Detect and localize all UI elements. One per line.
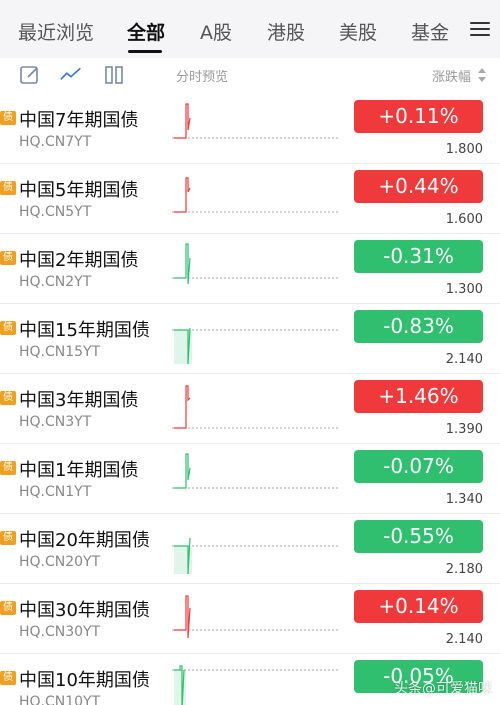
sparkline-path — [174, 243, 191, 285]
bond-code: HQ.CN10YT — [19, 694, 101, 705]
line-chart-icon[interactable] — [60, 64, 82, 86]
intraday-sparkline — [172, 385, 338, 429]
change-percent-pill[interactable]: +0.11% — [354, 100, 483, 133]
bond-row[interactable]: 债 中国1年期国债 HQ.CN1YT -0.07% 1.340 — [0, 444, 500, 514]
sort-by-change-label[interactable]: 涨跌幅 — [432, 66, 471, 85]
bond-badge: 债 — [0, 601, 16, 615]
bond-yield: 2.140 — [445, 352, 483, 367]
bond-badge: 债 — [0, 531, 16, 545]
bond-code: HQ.CN3YT — [19, 414, 92, 430]
bond-yield: 1.800 — [445, 142, 483, 157]
bond-yield: 2.180 — [445, 562, 483, 577]
bond-name: 中国5年期国债 — [19, 180, 139, 201]
sparkline-path — [174, 385, 191, 429]
bond-code: HQ.CN20YT — [19, 554, 101, 570]
bond-yield: 1.600 — [445, 212, 483, 227]
bond-name: 中国3年期国债 — [19, 390, 139, 411]
watermark: 头条@可爱猫咪 — [394, 681, 492, 697]
view-toolbar: 分时预览 涨跌幅 — [0, 58, 500, 94]
edit-icon[interactable] — [19, 64, 41, 86]
bond-badge: 债 — [0, 111, 16, 125]
bond-name: 中国30年期国债 — [19, 600, 150, 621]
bond-name: 中国1年期国债 — [19, 460, 139, 481]
intraday-sparkline — [172, 327, 338, 365]
intraday-preview-label: 分时预览 — [176, 70, 229, 85]
menu-icon[interactable] — [470, 19, 490, 39]
tab-hk-stocks[interactable]: 港股 — [267, 18, 305, 45]
tab-funds[interactable]: 基金 — [411, 18, 449, 45]
intraday-sparkline — [172, 243, 338, 285]
bond-row[interactable]: 债 中国15年期国债 HQ.CN15YT -0.83% 2.140 — [0, 304, 500, 374]
market-tab-bar: 最近浏览 全部 A股 港股 美股 基金 — [0, 0, 500, 58]
bond-yield: 1.390 — [445, 422, 483, 437]
change-percent-pill[interactable]: +0.14% — [354, 590, 483, 623]
change-percent-pill[interactable]: -0.83% — [354, 310, 483, 343]
change-percent-pill[interactable]: +0.44% — [354, 170, 483, 203]
bond-row[interactable]: 债 中国2年期国债 HQ.CN2YT -0.31% 1.300 — [0, 234, 500, 304]
tab-recent[interactable]: 最近浏览 — [18, 18, 94, 45]
bond-badge: 债 — [0, 181, 16, 195]
tab-us-stocks[interactable]: 美股 — [339, 18, 377, 45]
intraday-sparkline — [172, 453, 338, 489]
bond-row[interactable]: 债 中国30年期国债 HQ.CN30YT +0.14% 2.140 — [0, 584, 500, 654]
tab-all[interactable]: 全部 — [127, 18, 165, 45]
bond-code: HQ.CN7YT — [19, 134, 92, 150]
bond-code: HQ.CN1YT — [19, 484, 92, 500]
bond-code: HQ.CN2YT — [19, 274, 92, 290]
sparkline-path — [174, 103, 191, 139]
bond-badge: 债 — [0, 251, 16, 265]
change-percent-pill[interactable]: -0.55% — [354, 520, 483, 553]
change-percent-pill[interactable]: +1.46% — [354, 380, 483, 413]
intraday-sparkline — [172, 177, 338, 213]
sparkline-path — [174, 595, 191, 639]
intraday-sparkline — [172, 595, 338, 639]
bond-name: 中国20年期国债 — [19, 530, 150, 551]
intraday-sparkline — [172, 537, 338, 575]
bond-code: HQ.CN5YT — [19, 204, 92, 220]
bond-name: 中国10年期国债 — [19, 670, 150, 691]
bond-row[interactable]: 债 中国20年期国债 HQ.CN20YT -0.55% 2.180 — [0, 514, 500, 584]
bond-code: HQ.CN30YT — [19, 624, 101, 640]
bond-badge: 债 — [0, 461, 16, 475]
intraday-sparkline — [172, 665, 338, 705]
bond-yield: 2.140 — [445, 632, 483, 647]
intraday-sparkline — [172, 103, 338, 139]
bond-name: 中国15年期国债 — [19, 320, 150, 341]
bond-row[interactable]: 债 中国3年期国债 HQ.CN3YT +1.46% 1.390 — [0, 374, 500, 444]
bond-row[interactable]: 债 中国7年期国债 HQ.CN7YT +0.11% 1.800 — [0, 94, 500, 164]
change-percent-pill[interactable]: -0.31% — [354, 240, 483, 273]
bond-badge: 债 — [0, 671, 16, 685]
sparkline-path — [174, 453, 191, 489]
bond-yield: 1.340 — [445, 492, 483, 507]
sort-arrows-icon[interactable] — [477, 66, 487, 84]
active-tab-indicator — [128, 50, 162, 53]
bond-name: 中国2年期国债 — [19, 250, 139, 271]
tab-a-shares[interactable]: A股 — [200, 18, 232, 45]
bond-badge: 债 — [0, 391, 16, 405]
columns-icon[interactable] — [103, 64, 125, 86]
sparkline-path — [174, 177, 191, 213]
bond-code: HQ.CN15YT — [19, 344, 101, 360]
bond-yield: 1.300 — [445, 282, 483, 297]
change-percent-pill[interactable]: -0.07% — [354, 450, 483, 483]
bond-row[interactable]: 债 中国5年期国债 HQ.CN5YT +0.44% 1.600 — [0, 164, 500, 234]
bond-badge: 债 — [0, 321, 16, 335]
bond-name: 中国7年期国债 — [19, 110, 139, 131]
